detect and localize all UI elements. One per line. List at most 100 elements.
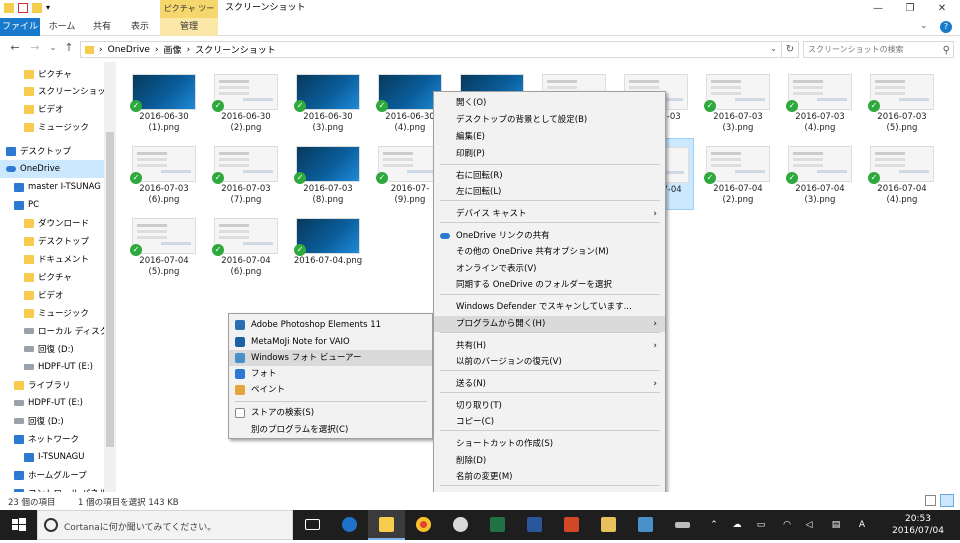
context-menu-item[interactable]: その他の OneDrive 共有オプション(M) bbox=[434, 244, 665, 260]
sidebar-item[interactable]: スクリーンショット bbox=[0, 82, 104, 100]
chrome-taskbar-button[interactable] bbox=[405, 510, 442, 540]
photo-viewer-taskbar-button[interactable] bbox=[627, 510, 664, 540]
device-taskbar-button[interactable] bbox=[664, 510, 701, 540]
context-menu-item[interactable]: 印刷(P) bbox=[434, 146, 665, 162]
sidebar-item[interactable]: ピクチャ bbox=[0, 268, 104, 286]
sidebar-item[interactable]: ピクチャ bbox=[0, 65, 104, 83]
file-item[interactable]: ✓ 2016-07-03 (6).png bbox=[126, 138, 202, 210]
breadcrumb-screenshots[interactable]: スクリーンショット bbox=[195, 43, 276, 56]
new-folder-icon[interactable] bbox=[32, 3, 42, 13]
sidebar-item[interactable]: OneDrive bbox=[0, 160, 104, 178]
breadcrumb-sep-icon[interactable]: › bbox=[99, 45, 103, 55]
sidebar-item[interactable]: ネットワーク bbox=[0, 430, 104, 448]
context-menu-item[interactable]: デバイス キャスト › bbox=[434, 206, 665, 222]
volume-icon[interactable]: ◁ bbox=[800, 510, 818, 540]
context-menu-item[interactable]: ショートカットの作成(S) bbox=[434, 436, 665, 452]
tab-home[interactable]: ホーム bbox=[44, 18, 80, 36]
notifications-icon[interactable]: ▤ bbox=[826, 510, 846, 540]
large-icons-view-button[interactable] bbox=[940, 494, 954, 507]
tab-share[interactable]: 共有 bbox=[84, 18, 120, 36]
wifi-icon[interactable]: ◠ bbox=[778, 510, 796, 540]
sidebar-item[interactable]: ホームグループ bbox=[0, 466, 104, 484]
file-item[interactable]: ✓ 2016-07-03 (5).png bbox=[864, 66, 940, 138]
sidebar-item[interactable]: コントロール パネル bbox=[0, 484, 104, 492]
properties-icon[interactable] bbox=[18, 3, 28, 13]
file-item[interactable]: ✓ 2016-06-30 (2).png bbox=[208, 66, 284, 138]
file-item[interactable]: ✓ 2016-07-04 (6).png bbox=[208, 210, 284, 282]
file-item[interactable]: ✓ 2016-07-03 (8).png bbox=[290, 138, 366, 210]
context-menu-item[interactable]: オンラインで表示(V) bbox=[434, 261, 665, 277]
open-with-item[interactable]: Windows フォト ビューアー bbox=[229, 350, 432, 366]
context-menu-item[interactable]: 同期する OneDrive のフォルダーを選択 bbox=[434, 277, 665, 293]
breadcrumb-onedrive[interactable]: OneDrive bbox=[108, 45, 150, 55]
context-menu-item[interactable]: OneDrive リンクの共有 bbox=[434, 228, 665, 244]
sidebar-item[interactable]: デスクトップ bbox=[0, 142, 104, 160]
forward-button[interactable]: → bbox=[28, 41, 42, 55]
chevron-down-icon[interactable]: ⌄ bbox=[770, 44, 777, 53]
file-explorer-taskbar-button[interactable] bbox=[368, 510, 405, 540]
context-menu-item[interactable]: Windows Defender でスキャンしています... bbox=[434, 299, 665, 315]
file-item[interactable]: ✓ 2016-07-03 (4).png bbox=[782, 66, 858, 138]
folder-icon[interactable] bbox=[4, 3, 14, 13]
context-menu-item[interactable]: 名前の変更(M) bbox=[434, 469, 665, 485]
context-menu-item[interactable]: 左に回転(L) bbox=[434, 184, 665, 200]
context-menu-item[interactable]: 共有(H) › bbox=[434, 338, 665, 354]
sidebar-item[interactable]: デスクトップ bbox=[0, 232, 104, 250]
refresh-button[interactable]: ↻ bbox=[782, 41, 799, 58]
sidebar-item[interactable]: ビデオ bbox=[0, 100, 104, 118]
sidebar-item[interactable]: I-TSUNAGU bbox=[0, 448, 104, 466]
sidebar-item[interactable]: ミュージック bbox=[0, 118, 104, 136]
paint-taskbar-button[interactable] bbox=[442, 510, 479, 540]
file-item[interactable]: ✓ 2016-06-30 (3).png bbox=[290, 66, 366, 138]
help-icon[interactable]: ? bbox=[940, 21, 952, 33]
powerpoint-taskbar-button[interactable] bbox=[553, 510, 590, 540]
file-item[interactable]: ✓ 2016-07-04 (5).png bbox=[126, 210, 202, 282]
open-with-item[interactable]: 別のプログラムを選択(C) bbox=[229, 422, 432, 438]
context-menu-item[interactable]: デスクトップの背景として設定(B) bbox=[434, 112, 665, 128]
minimize-button[interactable]: — bbox=[862, 0, 894, 18]
open-with-item[interactable]: フォト bbox=[229, 366, 432, 382]
context-menu-item[interactable]: 削除(D) bbox=[434, 453, 665, 469]
tab-manage[interactable]: 管理 bbox=[160, 18, 218, 36]
clock[interactable]: 20:53 2016/07/04 bbox=[880, 510, 956, 540]
file-item[interactable]: ✓ 2016-07-03 (3).png bbox=[700, 66, 776, 138]
recent-locations-button[interactable]: ⌄ bbox=[46, 41, 60, 55]
breadcrumb-pictures[interactable]: 画像 bbox=[164, 43, 182, 56]
ribbon-expand-icon[interactable]: ⌄ bbox=[920, 21, 928, 31]
file-item[interactable]: ✓ 2016-07-04.png bbox=[290, 210, 366, 282]
onedrive-tray-icon[interactable]: ☁ bbox=[728, 510, 746, 540]
open-with-item[interactable]: ペイント bbox=[229, 382, 432, 398]
search-input[interactable]: スクリーンショットの検索 ⚲ bbox=[803, 41, 954, 58]
open-with-item[interactable]: MetaMoJi Note for VAIO bbox=[229, 334, 432, 350]
context-menu-item[interactable]: 切り取り(T) bbox=[434, 398, 665, 414]
tab-file[interactable]: ファイル bbox=[0, 18, 40, 36]
sidebar-item[interactable]: ローカル ディスク ( bbox=[0, 322, 104, 340]
chevron-down-icon[interactable]: ▾ bbox=[46, 3, 56, 13]
start-button[interactable] bbox=[0, 510, 37, 540]
input-method-toggle[interactable]: A bbox=[852, 510, 872, 540]
sidebar-item[interactable]: ライブラリ bbox=[0, 376, 104, 394]
back-button[interactable]: ← bbox=[8, 41, 22, 55]
file-item[interactable]: ✓ 2016-07-03 (7).png bbox=[208, 138, 284, 210]
sidebar-item[interactable]: HDPF-UT (E:) bbox=[0, 394, 104, 412]
excel-taskbar-button[interactable] bbox=[479, 510, 516, 540]
sidebar-item[interactable]: ダウンロード bbox=[0, 214, 104, 232]
sidebar-item[interactable]: PC bbox=[0, 196, 104, 214]
open-with-item[interactable]: ストアの検索(S) bbox=[229, 405, 432, 421]
sidebar-item[interactable]: ビデオ bbox=[0, 286, 104, 304]
file-item[interactable]: ✓ 2016-07-04 (2).png bbox=[700, 138, 776, 210]
context-menu-item[interactable]: 右に回転(R) bbox=[434, 168, 665, 184]
breadcrumb-sep-icon[interactable]: › bbox=[155, 45, 159, 55]
sidebar-item[interactable]: ドキュメント bbox=[0, 250, 104, 268]
task-view-button[interactable] bbox=[294, 510, 331, 540]
context-menu-item[interactable]: プログラムから開く(H) › bbox=[434, 316, 665, 332]
open-with-item[interactable]: Adobe Photoshop Elements 11 bbox=[229, 317, 432, 333]
app-taskbar-button[interactable] bbox=[590, 510, 627, 540]
context-menu-item[interactable]: コピー(C) bbox=[434, 414, 665, 430]
sidebar-item[interactable]: master I-TSUNAG bbox=[0, 178, 104, 196]
show-hidden-icons-button[interactable]: ⌃ bbox=[706, 510, 722, 540]
maximize-button[interactable]: ❐ bbox=[894, 0, 926, 18]
file-item[interactable]: ✓ 2016-07-04 (4).png bbox=[864, 138, 940, 210]
sidebar-item[interactable]: ミュージック bbox=[0, 304, 104, 322]
breadcrumb-sep-icon[interactable]: › bbox=[187, 45, 191, 55]
